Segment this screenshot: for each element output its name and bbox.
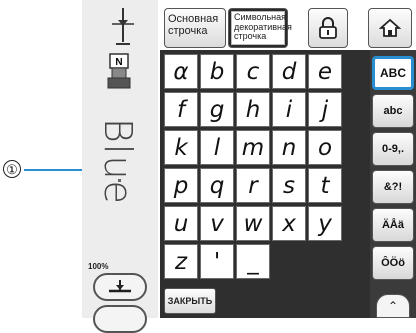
lock-icon [319,17,337,39]
key-0-1[interactable]: b [200,54,234,89]
charset-button-3[interactable]: &?! [372,170,414,204]
cursor-marker [118,179,121,182]
close-button[interactable]: ЗАКРЫТЬ [164,288,216,314]
basic-stitch-button[interactable]: Основная строчка [164,8,226,48]
charset-button-4[interactable]: ÄÅä [372,208,414,242]
key-2-3[interactable]: n [272,130,306,165]
key-5-0[interactable]: z [164,244,198,279]
key-5-1[interactable]: ' [200,244,234,279]
key-1-2[interactable]: h [236,92,270,127]
key-2-4[interactable]: o [308,130,342,165]
scroll-up-button[interactable]: ⌃ [376,294,410,318]
second-oval-button[interactable] [93,305,147,333]
lock-button[interactable] [308,8,348,48]
key-5-2[interactable]: _ [236,244,270,279]
key-1-4[interactable]: j [308,92,342,127]
svg-text:N: N [115,57,122,68]
key-3-1[interactable]: q [200,168,234,203]
home-icon [379,18,401,37]
decorative-stitch-label: Символьная декоративная строчка [231,11,292,45]
callout-number: ① [3,160,21,178]
key-4-0[interactable]: u [164,206,198,241]
preview-text: Blue [96,118,140,205]
key-2-2[interactable]: m [236,130,270,165]
charset-button-0[interactable]: ABC [372,56,414,90]
key-4-2[interactable]: w [236,206,270,241]
key-4-3[interactable]: x [272,206,306,241]
key-0-4[interactable]: e [308,54,342,89]
zoom-level: 100% [88,262,109,271]
key-4-4[interactable]: y [308,206,342,241]
key-3-0[interactable]: p [164,168,198,203]
home-button[interactable] [368,8,412,48]
key-3-4[interactable]: t [308,168,342,203]
presser-foot-n-icon: N [107,53,131,89]
key-0-3[interactable]: d [272,54,306,89]
move-pattern-button[interactable] [93,273,147,301]
charset-button-2[interactable]: 0-9,. [372,132,414,166]
key-2-0[interactable]: k [164,130,198,165]
charset-button-1[interactable]: abc [372,94,414,128]
decorative-stitch-button[interactable]: Символьная декоративная строчка [228,8,292,48]
needle-down-icon [109,280,131,293]
key-3-2[interactable]: r [236,168,270,203]
key-1-0[interactable]: f [164,92,198,127]
key-1-1[interactable]: g [200,92,234,127]
double-chevron-up-icon: ⌃ [387,299,399,313]
key-4-1[interactable]: v [200,206,234,241]
key-2-1[interactable]: l [200,130,234,165]
key-1-3[interactable]: i [272,92,306,127]
key-3-3[interactable]: s [272,168,306,203]
needle-position-icon[interactable] [108,6,138,48]
key-0-2[interactable]: c [236,54,270,89]
charset-button-5[interactable]: ÔÖö [372,246,414,280]
key-0-0[interactable]: α [164,54,198,89]
